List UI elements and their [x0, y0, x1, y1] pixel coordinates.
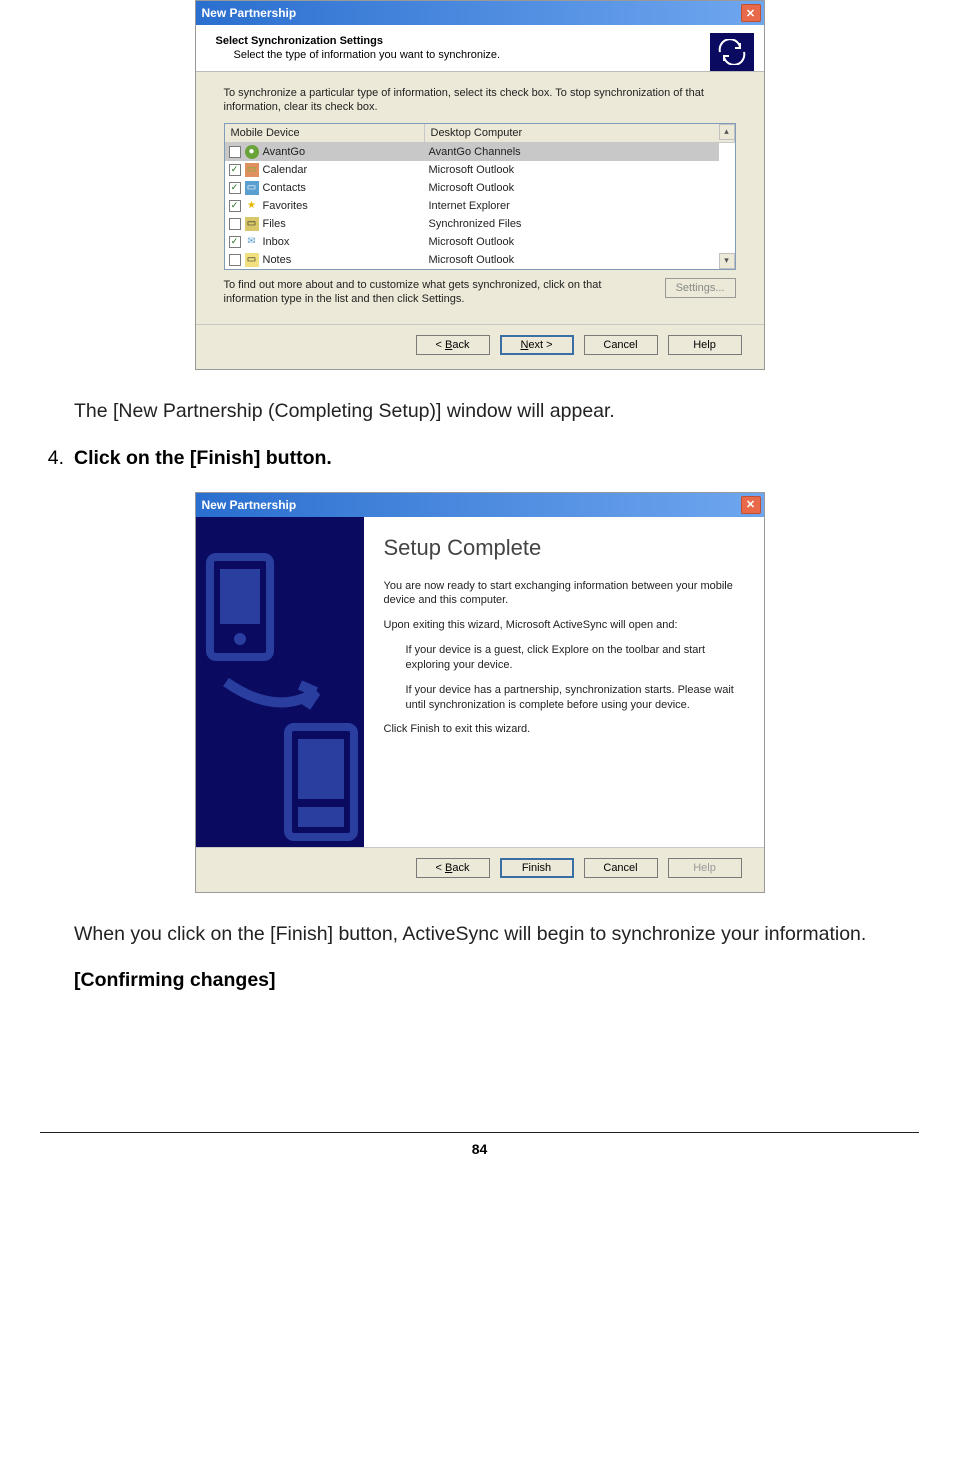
header-title: Select Synchronization Settings: [216, 35, 684, 47]
step-text: Click on the [Finish] button.: [74, 447, 919, 470]
setup-complete-title: Setup Complete: [384, 535, 744, 561]
sync-row-files[interactable]: ▭ Files Synchronized Files: [225, 215, 719, 233]
sync-row-contacts[interactable]: ✓ ▭ Contacts Microsoft Outlook: [225, 179, 719, 197]
wizard-buttons: < Back Next > Cancel Help: [196, 324, 764, 369]
inbox-icon: ✉: [245, 235, 259, 249]
back-button[interactable]: < Back: [416, 858, 490, 878]
sync-list[interactable]: Mobile Device Desktop Computer ▴ ● AvantG…: [224, 123, 736, 270]
files-icon: ▭: [245, 217, 259, 231]
row-name: AvantGo: [263, 146, 306, 158]
settings-button: Settings...: [665, 278, 736, 298]
contacts-icon: ▭: [245, 181, 259, 195]
row-name: Notes: [263, 254, 292, 266]
setup-p4: If your device has a partnership, synchr…: [406, 683, 744, 713]
row-desktop: AvantGo Channels: [425, 146, 719, 158]
col-desktop-computer[interactable]: Desktop Computer: [425, 124, 735, 142]
settings-hint: To find out more about and to customize …: [224, 278, 655, 307]
row-desktop: Microsoft Outlook: [425, 164, 719, 176]
sync-row-calendar[interactable]: ✓ ▭ Calendar Microsoft Outlook: [225, 161, 719, 179]
row-desktop: Synchronized Files: [425, 218, 719, 230]
col-mobile-device[interactable]: Mobile Device: [225, 124, 425, 142]
row-desktop: Microsoft Outlook: [425, 182, 719, 194]
sync-settings-dialog: New Partnership ✕ Select Synchronization…: [195, 0, 765, 370]
row-name: Files: [263, 218, 286, 230]
header-subtitle: Select the type of information you want …: [234, 49, 684, 61]
row-name: Contacts: [263, 182, 306, 194]
finish-button[interactable]: Finish: [500, 858, 574, 878]
row-name: Calendar: [263, 164, 308, 176]
checkbox[interactable]: [229, 146, 241, 158]
window-title: New Partnership: [202, 498, 741, 512]
step-number: 4.: [40, 447, 74, 470]
row-desktop: Microsoft Outlook: [425, 236, 719, 248]
help-button[interactable]: Help: [668, 335, 742, 355]
window-title: New Partnership: [202, 6, 741, 20]
calendar-icon: ▭: [245, 163, 259, 177]
doc-paragraph: The [New Partnership (Completing Setup)]…: [74, 398, 919, 424]
row-desktop: Internet Explorer: [425, 200, 719, 212]
setup-p2: Upon exiting this wizard, Microsoft Acti…: [384, 618, 744, 633]
confirming-changes-heading: [Confirming changes]: [74, 969, 919, 992]
sync-row-favorites[interactable]: ✓ ★ Favorites Internet Explorer: [225, 197, 719, 215]
close-icon[interactable]: ✕: [741, 496, 761, 514]
row-name: Favorites: [263, 200, 308, 212]
sync-row-inbox[interactable]: ✓ ✉ Inbox Microsoft Outlook: [225, 233, 719, 251]
cancel-button[interactable]: Cancel: [584, 335, 658, 355]
sync-row-notes[interactable]: ▭ Notes Microsoft Outlook: [225, 251, 719, 269]
row-name: Inbox: [263, 236, 290, 248]
checkbox[interactable]: ✓: [229, 182, 241, 194]
page-footer: 84: [40, 1132, 919, 1157]
favorites-icon: ★: [245, 199, 259, 213]
step-4: 4. Click on the [Finish] button.: [40, 447, 919, 470]
intro-text: To synchronize a particular type of info…: [224, 86, 736, 115]
sync-icon: [710, 33, 754, 71]
next-button[interactable]: Next >: [500, 335, 574, 355]
wizard-side-graphic: [196, 517, 364, 847]
wizard-buttons: < Back Finish Cancel Help: [196, 847, 764, 892]
row-desktop: Microsoft Outlook: [425, 254, 719, 266]
help-button: Help: [668, 858, 742, 878]
notes-icon: ▭: [245, 253, 259, 267]
titlebar[interactable]: New Partnership ✕: [196, 493, 764, 517]
checkbox[interactable]: [229, 254, 241, 266]
checkbox[interactable]: ✓: [229, 200, 241, 212]
setup-complete-dialog: New Partnership ✕ Setup Complete You are…: [195, 492, 765, 893]
doc-paragraph: When you click on the [Finish] button, A…: [74, 921, 919, 947]
page-number: 84: [472, 1141, 488, 1157]
close-icon[interactable]: ✕: [741, 4, 761, 22]
cancel-button[interactable]: Cancel: [584, 858, 658, 878]
avantgo-icon: ●: [245, 145, 259, 159]
setup-p1: You are now ready to start exchanging in…: [384, 579, 744, 609]
checkbox[interactable]: [229, 218, 241, 230]
checkbox[interactable]: ✓: [229, 164, 241, 176]
setup-p5: Click Finish to exit this wizard.: [384, 722, 744, 737]
wizard-header: Select Synchronization Settings Select t…: [196, 25, 764, 72]
scroll-down-icon[interactable]: ▾: [719, 253, 735, 269]
back-button[interactable]: < Back: [416, 335, 490, 355]
setup-p3: If your device is a guest, click Explore…: [406, 643, 744, 673]
checkbox[interactable]: ✓: [229, 236, 241, 248]
sync-row-avantgo[interactable]: ● AvantGo AvantGo Channels: [225, 143, 719, 161]
scroll-up-icon[interactable]: ▴: [719, 124, 735, 140]
titlebar[interactable]: New Partnership ✕: [196, 1, 764, 25]
